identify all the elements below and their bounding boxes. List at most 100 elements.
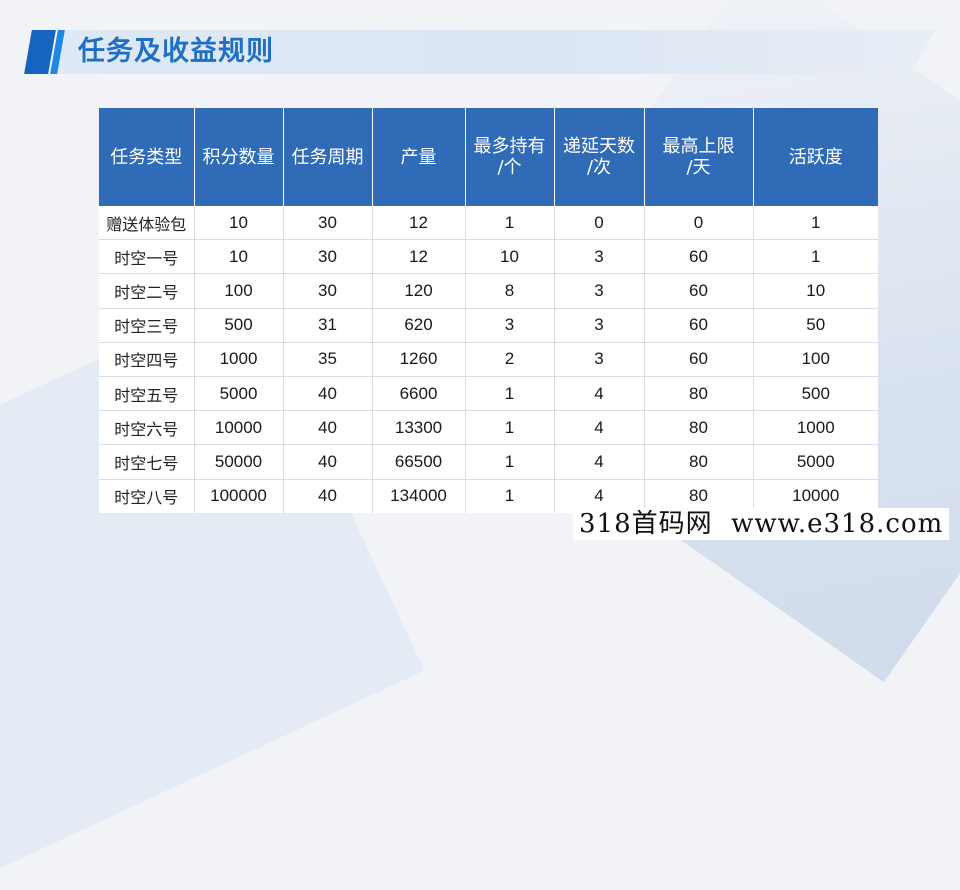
column-header: 产量 xyxy=(372,108,466,206)
table-cell: 50000 xyxy=(194,444,284,480)
table-cell: 100000 xyxy=(194,479,284,513)
task-type-cell: 时空七号 xyxy=(99,444,195,480)
table-cell: 5000 xyxy=(194,376,284,412)
table-cell: 1 xyxy=(753,206,878,241)
title-accent-icon xyxy=(24,30,72,74)
table-cell: 100 xyxy=(753,342,878,377)
task-type-cell: 时空四号 xyxy=(99,342,195,377)
column-header-label: 积分数量 xyxy=(202,146,275,168)
table-cell: 3 xyxy=(465,308,555,343)
table-cell: 13300 xyxy=(372,410,466,446)
table-cell: 1 xyxy=(465,376,555,412)
column-header-label: 活跃度 xyxy=(788,146,843,168)
table-row: 时空二号 100 30 120 8 3 60 10 xyxy=(99,273,878,309)
table-cell: 1 xyxy=(753,239,878,275)
task-type-cell: 时空六号 xyxy=(99,410,195,446)
table-cell: 100 xyxy=(194,273,284,309)
table-cell: 1 xyxy=(465,479,555,513)
table-header-row: 任务类型 积分数量 任务周期 产量 最多持有/个 递延天数/次 最高上限/天 活跃度 xyxy=(99,108,878,206)
page-title: 任务及收益规则 xyxy=(78,36,274,67)
table-cell: 30 xyxy=(283,239,373,275)
table-row: 时空四号 1000 35 1260 2 3 60 100 xyxy=(99,342,878,377)
column-header-label: 产量 xyxy=(400,146,437,168)
table-cell: 1000 xyxy=(194,342,284,377)
column-header: 活跃度 xyxy=(753,108,878,206)
table-cell: 66500 xyxy=(372,444,466,480)
table-cell: 12 xyxy=(372,206,466,241)
table-cell: 1 xyxy=(465,444,555,480)
table-cell: 10000 xyxy=(194,410,284,446)
table-row: 时空七号 50000 40 66500 1 4 80 5000 xyxy=(99,444,878,480)
column-header: 最高上限/天 xyxy=(644,108,754,206)
task-type-cell: 时空八号 xyxy=(99,479,195,513)
table-cell: 1 xyxy=(465,410,555,446)
task-type-cell: 时空五号 xyxy=(99,376,195,412)
table-cell: 40 xyxy=(283,410,373,446)
table-cell: 35 xyxy=(283,342,373,377)
table-cell: 4 xyxy=(554,444,645,480)
table-row: 时空一号 10 30 12 10 3 60 1 xyxy=(99,239,878,275)
table-cell: 10 xyxy=(194,239,284,275)
table-cell: 30 xyxy=(283,273,373,309)
column-header: 最多持有/个 xyxy=(465,108,555,206)
column-header: 递延天数/次 xyxy=(554,108,645,206)
table-cell: 40 xyxy=(283,376,373,412)
column-header-label: /个 xyxy=(497,157,522,178)
table-cell: 620 xyxy=(372,308,466,343)
title-bar: 任务及收益规则 xyxy=(24,30,936,74)
table-cell: 3 xyxy=(554,239,645,275)
task-type-cell: 时空二号 xyxy=(99,273,195,309)
table-cell: 500 xyxy=(194,308,284,343)
table-cell: 12 xyxy=(372,239,466,275)
table-row: 时空五号 5000 40 6600 1 4 80 500 xyxy=(99,376,878,412)
table-row: 时空三号 500 31 620 3 3 60 50 xyxy=(99,308,878,343)
table-cell: 4 xyxy=(554,376,645,412)
table-cell: 10 xyxy=(753,273,878,309)
table-cell: 6600 xyxy=(372,376,466,412)
rules-table: 任务类型 积分数量 任务周期 产量 最多持有/个 递延天数/次 最高上限/天 活跃度 赠送体验… xyxy=(99,108,878,513)
column-header-label: /次 xyxy=(586,157,612,178)
table-cell: 0 xyxy=(554,206,645,241)
table-cell: 30 xyxy=(283,206,373,241)
table-cell: 60 xyxy=(644,239,754,275)
table-cell: 500 xyxy=(753,376,878,412)
column-header-label: 最高上限 xyxy=(662,136,735,157)
task-type-cell: 时空一号 xyxy=(99,239,195,275)
table-cell: 31 xyxy=(283,308,373,343)
column-header-label: 任务周期 xyxy=(291,146,364,168)
table-cell: 80 xyxy=(644,410,754,446)
table-cell: 0 xyxy=(644,206,754,241)
table-cell: 80 xyxy=(644,444,754,480)
table-cell: 1 xyxy=(465,206,555,241)
column-header: 积分数量 xyxy=(194,108,284,206)
table-row: 时空六号 10000 40 13300 1 4 80 1000 xyxy=(99,410,878,446)
table-cell: 50 xyxy=(753,308,878,343)
table-cell: 3 xyxy=(554,273,645,309)
column-header-label: /天 xyxy=(686,157,711,178)
table-cell: 5000 xyxy=(753,444,878,480)
table-cell: 60 xyxy=(644,273,754,309)
table-cell: 120 xyxy=(372,273,466,309)
table-cell: 3 xyxy=(554,342,645,377)
column-header-label: 递延天数 xyxy=(563,136,635,157)
task-type-cell: 时空三号 xyxy=(99,308,195,343)
column-header: 任务类型 xyxy=(99,108,195,206)
table-cell: 1260 xyxy=(372,342,466,377)
table-cell: 134000 xyxy=(372,479,466,513)
table-cell: 3 xyxy=(554,308,645,343)
table-cell: 40 xyxy=(283,479,373,513)
column-header: 任务周期 xyxy=(283,108,373,206)
table-row: 赠送体验包 10 30 12 1 0 0 1 xyxy=(99,206,878,241)
table-cell: 2 xyxy=(465,342,555,377)
table-cell: 1000 xyxy=(753,410,878,446)
table-cell: 80 xyxy=(644,376,754,412)
column-header-label: 最多持有 xyxy=(473,136,546,157)
table-cell: 60 xyxy=(644,308,754,343)
table-cell: 60 xyxy=(644,342,754,377)
table-cell: 40 xyxy=(283,444,373,480)
watermark-text: 318首码网 www.e318.com xyxy=(573,508,950,540)
table-cell: 8 xyxy=(465,273,555,309)
task-type-cell: 赠送体验包 xyxy=(99,206,195,241)
table-cell: 10 xyxy=(465,239,555,275)
table-cell: 4 xyxy=(554,410,645,446)
